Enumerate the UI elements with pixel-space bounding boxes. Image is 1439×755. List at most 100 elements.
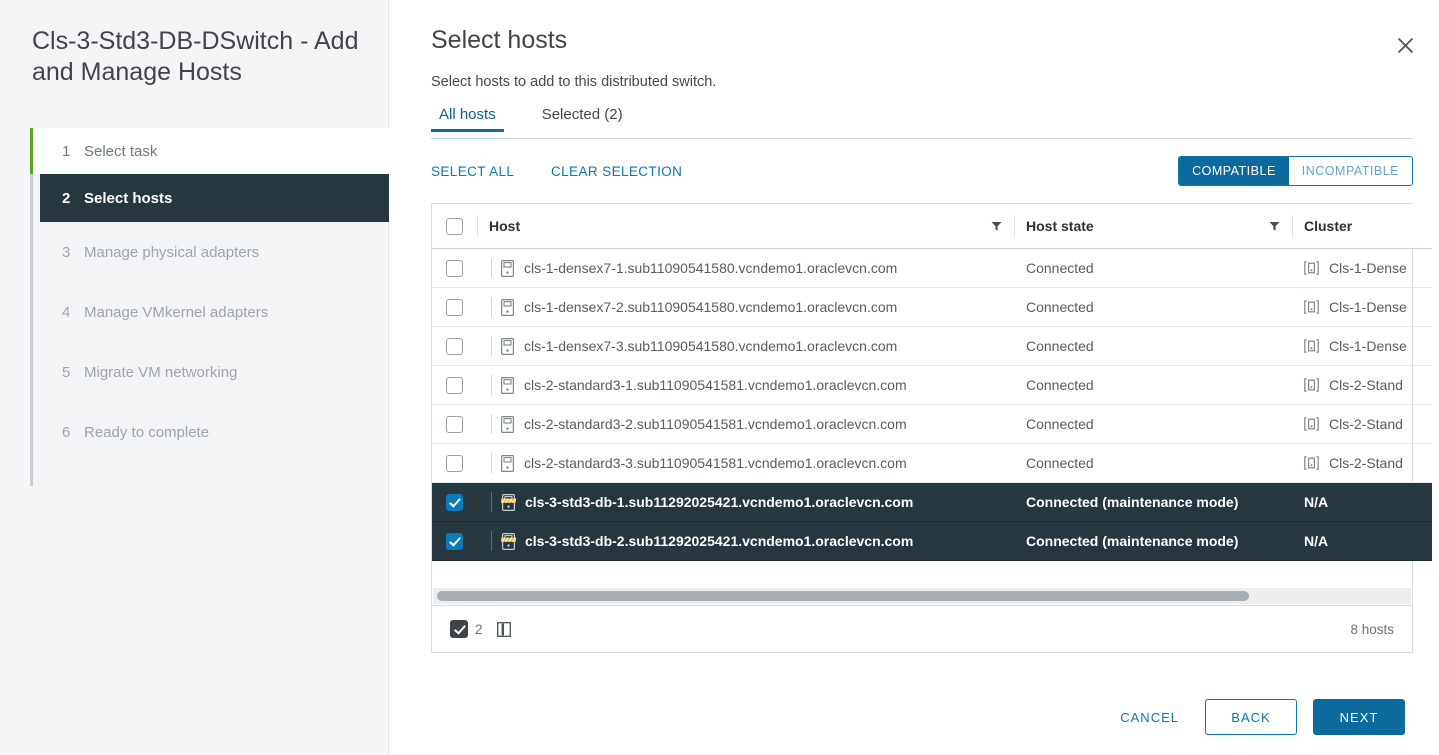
row-checkbox[interactable] xyxy=(446,493,463,511)
step-label: Migrate VM networking xyxy=(84,363,238,381)
cell-cluster: Cls-1-Dense xyxy=(1292,287,1432,327)
filter-icon[interactable] xyxy=(991,221,1002,232)
filter-icon[interactable] xyxy=(1269,221,1280,232)
row-select-cell[interactable] xyxy=(432,521,477,561)
host-maintenance-mode-icon xyxy=(501,493,516,511)
cell-host: cls-2-standard3-1.sub11090541581.vcndemo… xyxy=(477,365,1014,405)
step-label: Select task xyxy=(84,142,158,160)
compatibility-toggle: COMPATIBLE INCOMPATIBLE xyxy=(1178,156,1413,186)
host-state: Connected xyxy=(1026,299,1094,315)
row-checkbox[interactable] xyxy=(446,337,463,355)
cell-host: cls-1-densex7-3.sub11090541580.vcndemo1.… xyxy=(477,326,1014,366)
horizontal-scrollbar[interactable] xyxy=(433,587,1411,604)
incompatible-button[interactable]: INCOMPATIBLE xyxy=(1288,157,1412,185)
row-checkbox[interactable] xyxy=(446,376,463,394)
page-title: Select hosts xyxy=(431,26,568,54)
row-divider xyxy=(491,531,492,551)
cell-host-state: Connected xyxy=(1014,365,1292,405)
row-select-cell[interactable] xyxy=(432,404,477,444)
footer-selected-count: 2 xyxy=(475,621,483,637)
cell-host: cls-3-std3-db-1.sub11292025421.vcndemo1.… xyxy=(477,482,1014,522)
host-maintenance-mode-icon xyxy=(501,532,516,550)
row-checkbox[interactable] xyxy=(446,259,463,277)
host-icon xyxy=(501,259,515,277)
select-all-checkbox[interactable] xyxy=(446,217,463,235)
header-host-state[interactable]: Host state xyxy=(1014,204,1292,249)
row-divider xyxy=(491,414,492,434)
cluster-icon xyxy=(1304,378,1320,392)
header-host[interactable]: Host xyxy=(477,204,1014,249)
row-checkbox[interactable] xyxy=(446,454,463,472)
sidebar-step-migrate-vm-networking[interactable]: 5 Migrate VM networking xyxy=(30,342,389,402)
sidebar-step-select-hosts[interactable]: 2 Select hosts xyxy=(40,174,419,222)
row-select-cell[interactable] xyxy=(432,443,477,483)
table-row[interactable]: cls-2-standard3-1.sub11090541581.vcndemo… xyxy=(432,365,1432,405)
host-state: Connected xyxy=(1026,260,1094,276)
cell-cluster: Cls-1-Dense xyxy=(1292,248,1432,288)
wizard-actions: CANCEL BACK NEXT xyxy=(1110,699,1405,735)
cluster-icon xyxy=(1304,456,1320,470)
select-all-button[interactable]: SELECT ALL xyxy=(431,164,514,179)
table-row[interactable]: cls-2-standard3-3.sub11090541581.vcndemo… xyxy=(432,443,1432,483)
back-button[interactable]: BACK xyxy=(1205,699,1297,735)
wizard-title: Cls-3-Std3-DB-DSwitch - Add and Manage H… xyxy=(32,27,359,86)
cell-cluster: Cls-2-Stand xyxy=(1292,404,1432,444)
table-row[interactable]: cls-1-densex7-3.sub11090541580.vcndemo1.… xyxy=(432,326,1432,366)
host-state: Connected xyxy=(1026,416,1094,432)
row-checkbox[interactable] xyxy=(446,298,463,316)
cluster-name: Cls-2-Stand xyxy=(1329,377,1403,393)
cell-cluster: N/A xyxy=(1292,482,1432,522)
clear-selection-button[interactable]: CLEAR SELECTION xyxy=(551,164,682,179)
hosts-table: Host Host state Cluster cls-1-densex7-1.… xyxy=(431,203,1432,653)
cell-cluster: N/A xyxy=(1292,521,1432,561)
table-row[interactable]: cls-1-densex7-1.sub11090541580.vcndemo1.… xyxy=(432,248,1432,288)
close-icon[interactable] xyxy=(1390,30,1420,60)
step-number: 6 xyxy=(62,423,71,441)
add-and-manage-hosts-wizard: Cls-3-Std3-DB-DSwitch - Add and Manage H… xyxy=(0,0,1439,755)
cell-host-state: Connected xyxy=(1014,326,1292,366)
step-label: Ready to complete xyxy=(84,423,210,441)
sidebar-step-manage-vmkernel-adapters[interactable]: 4 Manage VMkernel adapters xyxy=(30,282,389,342)
step-number: 5 xyxy=(62,363,71,381)
row-select-cell[interactable] xyxy=(432,248,477,288)
cancel-button[interactable]: CANCEL xyxy=(1110,699,1189,735)
row-checkbox[interactable] xyxy=(446,415,463,433)
wizard-steps: 1 Select task 2 Select hosts 3 Manage ph… xyxy=(30,128,419,486)
header-host-label: Host xyxy=(489,218,521,234)
host-tabs: All hosts Selected (2) xyxy=(431,106,1413,139)
row-checkbox[interactable] xyxy=(446,532,463,550)
sidebar-step-ready-to-complete[interactable]: 6 Ready to complete xyxy=(30,402,389,462)
step-number: 2 xyxy=(62,189,71,207)
tab-all-hosts[interactable]: All hosts xyxy=(431,106,504,132)
table-footer: 2 8 hosts xyxy=(432,605,1412,652)
table-row[interactable]: cls-1-densex7-2.sub11090541580.vcndemo1.… xyxy=(432,287,1432,327)
row-divider xyxy=(491,297,492,317)
tab-selected[interactable]: Selected (2) xyxy=(534,106,631,131)
row-select-cell[interactable] xyxy=(432,287,477,327)
cell-host: cls-1-densex7-1.sub11090541580.vcndemo1.… xyxy=(477,248,1014,288)
cell-host-state: Connected xyxy=(1014,248,1292,288)
table-row[interactable]: cls-3-std3-db-1.sub11292025421.vcndemo1.… xyxy=(432,482,1432,522)
row-select-cell[interactable] xyxy=(432,326,477,366)
table-toolbar: SELECT ALL CLEAR SELECTION COMPATIBLE IN… xyxy=(431,156,1413,186)
host-name: cls-2-standard3-2.sub11090541581.vcndemo… xyxy=(524,416,907,432)
header-cluster[interactable]: Cluster xyxy=(1292,204,1432,249)
row-select-cell[interactable] xyxy=(432,482,477,522)
table-row[interactable]: cls-2-standard3-2.sub11090541581.vcndemo… xyxy=(432,404,1432,444)
host-icon xyxy=(501,298,515,316)
columns-icon[interactable] xyxy=(496,621,511,637)
host-icon xyxy=(501,337,515,355)
wizard-main-panel: Select hosts Select hosts to add to this… xyxy=(389,0,1439,755)
compatible-button[interactable]: COMPATIBLE xyxy=(1179,157,1289,185)
row-select-cell[interactable] xyxy=(432,365,477,405)
sidebar-step-manage-physical-adapters[interactable]: 3 Manage physical adapters xyxy=(30,222,389,282)
sidebar-step-select-task[interactable]: 1 Select task xyxy=(33,128,389,174)
next-button[interactable]: NEXT xyxy=(1313,699,1405,735)
cell-cluster: Cls-2-Stand xyxy=(1292,365,1432,405)
table-row[interactable]: cls-3-std3-db-2.sub11292025421.vcndemo1.… xyxy=(432,521,1432,561)
cluster-name: Cls-2-Stand xyxy=(1329,416,1403,432)
host-name: cls-1-densex7-2.sub11090541580.vcndemo1.… xyxy=(524,299,898,315)
scrollbar-thumb[interactable] xyxy=(437,591,1249,601)
host-name: cls-3-std3-db-2.sub11292025421.vcndemo1.… xyxy=(525,533,914,549)
footer-selected-checkbox[interactable] xyxy=(450,620,468,638)
